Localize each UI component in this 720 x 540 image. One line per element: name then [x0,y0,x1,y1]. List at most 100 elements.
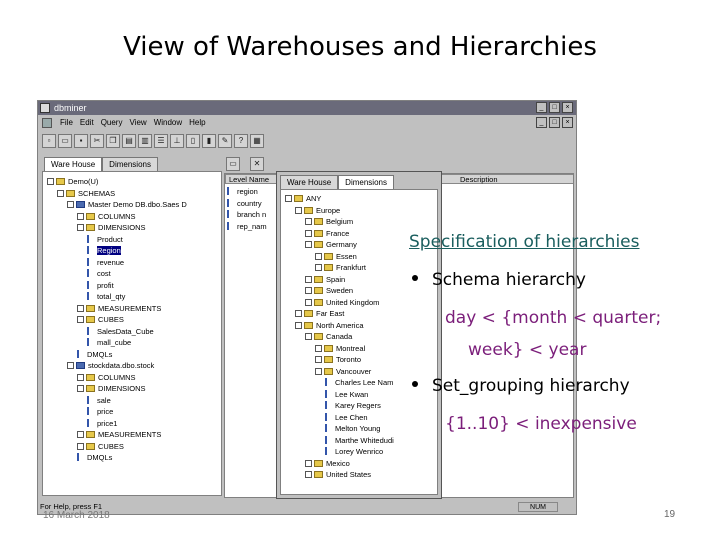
warehouse-tree-item[interactable]: CUBES [43,314,221,326]
maximize-button[interactable]: □ [549,102,560,113]
filter-icon[interactable]: ⊥ [170,134,184,148]
menu-edit[interactable]: Edit [80,115,94,131]
menu-window[interactable]: Window [154,115,182,131]
dimension-tree-item[interactable]: Montreal [281,343,437,355]
expand-toggle-icon[interactable] [77,304,84,312]
warehouse-tree-item[interactable]: CUBES [43,441,221,453]
list-view-icon[interactable]: ☰ [154,134,168,148]
menu-help[interactable]: Help [189,115,205,131]
delete-icon[interactable]: ✕ [250,157,264,171]
list-item[interactable]: country [227,198,267,210]
expand-toggle-icon[interactable] [305,241,312,248]
expand-toggle-icon[interactable] [295,321,302,329]
warehouse-tree-item[interactable]: COLUMNS [43,211,221,223]
tools-icon[interactable]: ✎ [218,134,232,148]
document-icon[interactable] [42,118,52,128]
tab-warehouse-2[interactable]: Ware House [280,175,339,189]
dimension-tree-item[interactable]: ANY [281,193,437,205]
column-header-level-name[interactable]: Level Name [225,174,279,184]
expand-toggle-icon[interactable] [77,316,84,323]
warehouse-tree-item[interactable]: DIMENSIONS [43,222,221,234]
copy-icon[interactable]: ❐ [106,134,120,148]
tab-dimensions[interactable]: Dimensions [102,157,158,171]
chart-icon[interactable]: ▮ [202,134,216,148]
expand-toggle-icon[interactable] [305,275,312,283]
warehouse-tree-item[interactable]: revenue [43,257,221,269]
expand-toggle-icon[interactable] [67,362,74,369]
expand-toggle-icon[interactable] [295,206,302,214]
dimension-tree-item[interactable]: Lorey Wenrico [281,446,437,458]
expand-toggle-icon[interactable] [305,229,312,237]
doc-restore-button[interactable]: □ [549,117,560,128]
expand-toggle-icon[interactable] [47,178,54,185]
warehouse-tree-item[interactable]: Product [43,234,221,246]
dimension-tree-item[interactable]: Karey Regers [281,400,437,412]
warehouse-tree-item[interactable]: mall_cube [43,337,221,349]
warehouse-tree-item[interactable]: price1 [43,418,221,430]
close-button[interactable]: × [562,102,573,113]
dimension-tree-item[interactable]: Toronto [281,354,437,366]
expand-toggle-icon[interactable] [305,471,312,478]
expand-toggle-icon[interactable] [77,385,84,392]
page-icon[interactable]: ▯ [186,134,200,148]
new-file-icon[interactable]: ▫ [42,134,56,148]
warehouse-tree-item[interactable]: sale [43,395,221,407]
print-icon[interactable]: ▥ [138,134,152,148]
paste-icon[interactable]: ▤ [122,134,136,148]
warehouse-tree-item[interactable]: DIMENSIONS [43,383,221,395]
dimension-tree-item[interactable]: North America [281,320,437,332]
tab-warehouse[interactable]: Ware House [44,157,103,171]
expand-toggle-icon[interactable] [315,252,322,260]
expand-toggle-icon[interactable] [315,344,322,352]
dimension-tree-item[interactable]: United States [281,469,437,481]
dimension-tree-item[interactable]: Marthe Whitedudi [281,435,437,447]
expand-toggle-icon[interactable] [77,431,84,438]
dimension-tree-item[interactable]: Europe [281,205,437,217]
expand-toggle-icon[interactable] [285,195,292,202]
window-titlebar[interactable]: dbminer _ □ × [38,101,576,115]
dimension-tree-item[interactable]: Canada [281,331,437,343]
dimension-tree-item[interactable]: Lee Chen [281,412,437,424]
expand-toggle-icon[interactable] [295,310,302,317]
expand-toggle-icon[interactable] [305,333,312,340]
expand-toggle-icon[interactable] [57,189,64,197]
grid-icon[interactable]: ▦ [250,134,264,148]
warehouse-tree-item[interactable]: profit [43,280,221,292]
warehouse-tree-item[interactable]: SCHEMAS [43,188,221,200]
warehouse-tree-item[interactable]: total_qty [43,291,221,303]
menu-query[interactable]: Query [101,115,123,131]
warehouse-tree-item[interactable]: stockdata.dbo.stock [43,360,221,372]
warehouse-tree-item[interactable]: Demo(U) [43,176,221,188]
expand-toggle-icon[interactable] [77,373,84,381]
list-item[interactable]: branch n [227,209,267,221]
list-item[interactable]: rep_nam [227,221,267,233]
expand-toggle-icon[interactable] [77,224,84,231]
dimension-tree-item[interactable]: Far East [281,308,437,320]
dimension-tree-item[interactable]: Belgium [281,216,437,228]
dimension-tree-item[interactable]: United Kingdom [281,297,437,309]
warehouse-tree-item[interactable]: MEASUREMENTS [43,429,221,441]
warehouse-tree-item[interactable]: price [43,406,221,418]
expand-toggle-icon[interactable] [77,212,84,220]
warehouse-tree-item[interactable]: DMQLs [43,452,221,464]
doc-minimize-button[interactable]: _ [536,117,547,128]
expand-toggle-icon[interactable] [305,298,312,306]
dimension-tree-item[interactable]: Essen [281,251,437,263]
expand-toggle-icon[interactable] [67,201,74,208]
dimension-tree-item[interactable]: Melton Young [281,423,437,435]
expand-toggle-icon[interactable] [315,367,322,375]
expand-toggle-icon[interactable] [305,459,312,467]
warehouse-tree-item[interactable]: SalesData_Cube [43,326,221,338]
list-item[interactable]: region [227,186,267,198]
help-icon[interactable]: ? [234,134,248,148]
cut-icon[interactable]: ✂ [90,134,104,148]
dimension-tree-item[interactable]: Mexico [281,458,437,470]
column-header-description[interactable]: Description [441,174,573,184]
menu-view[interactable]: View [129,115,146,131]
warehouse-tree-item[interactable]: COLUMNS [43,372,221,384]
warehouse-tree-item[interactable]: MEASUREMENTS [43,303,221,315]
warehouse-tree-item[interactable]: Region [43,245,221,257]
open-folder-icon[interactable]: ▭ [58,134,72,148]
tab-dimensions-2[interactable]: Dimensions [338,175,394,189]
minimize-button[interactable]: _ [536,102,547,113]
